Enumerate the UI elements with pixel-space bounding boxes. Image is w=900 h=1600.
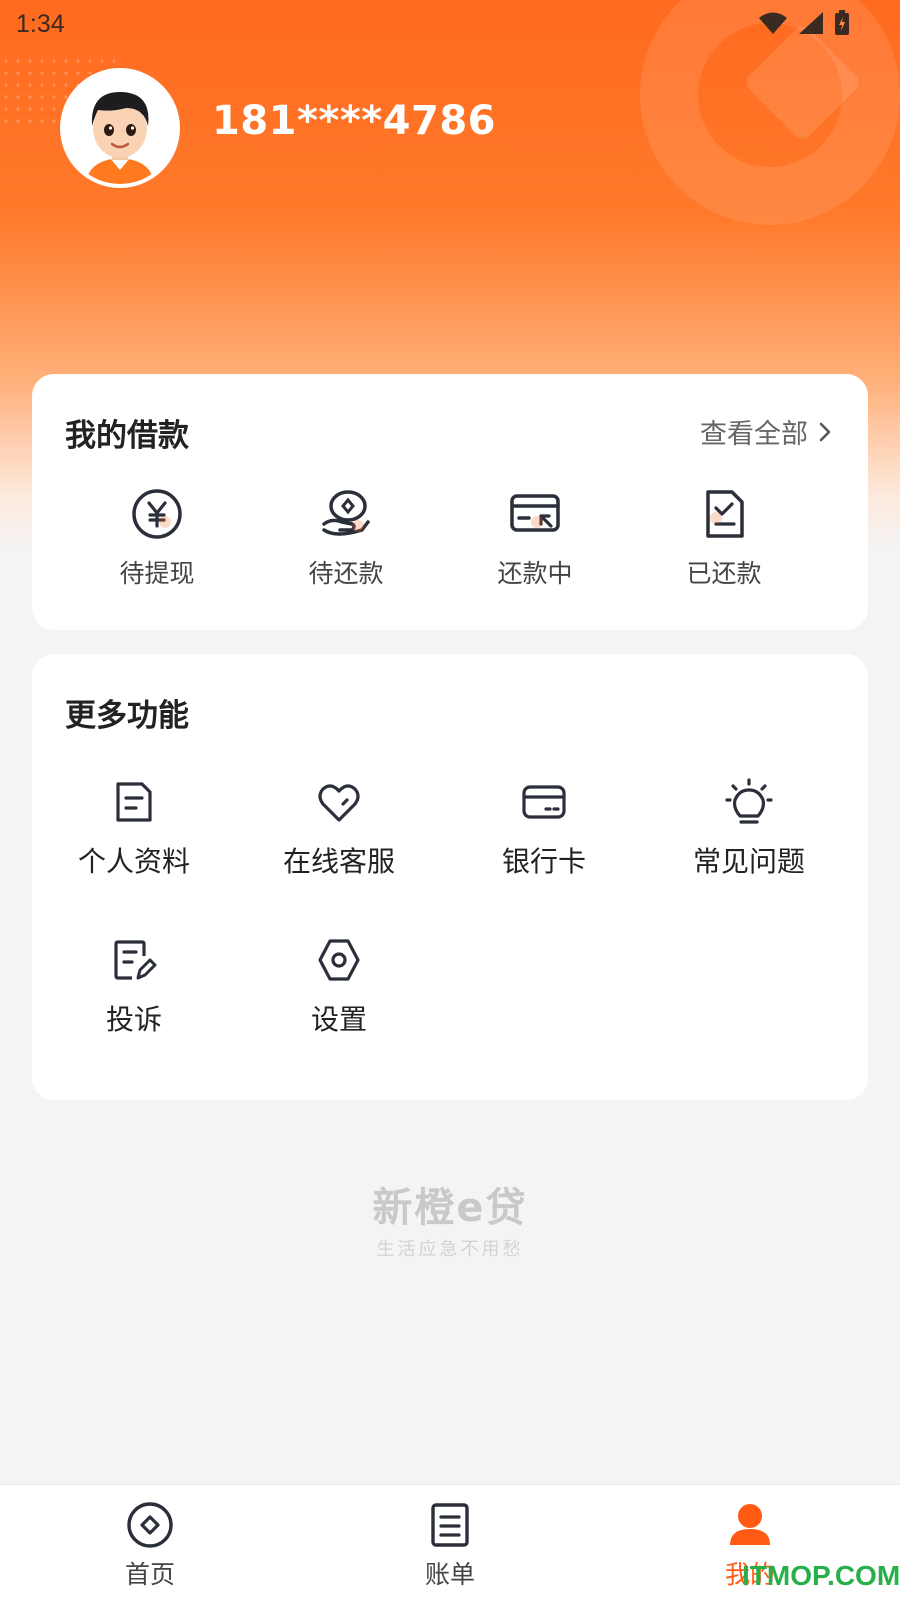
- view-all-label: 查看全部: [700, 419, 808, 450]
- loan-pending-repayment[interactable]: 待还款: [271, 486, 421, 590]
- func-bank-card[interactable]: 银行卡: [449, 778, 639, 880]
- tab-label: 账单: [424, 1560, 475, 1589]
- complaint-edit-icon: [114, 940, 157, 980]
- func-online-service[interactable]: 在线客服: [244, 778, 434, 880]
- avatar[interactable]: [60, 68, 180, 188]
- status-time: 1:34: [16, 10, 65, 38]
- func-item-label: 在线客服: [282, 845, 395, 878]
- loan-item-label: 还款中: [497, 559, 573, 588]
- brand-watermark-slogan: 生活应急不用愁: [376, 1239, 524, 1260]
- home-diamond-icon: [127, 1502, 173, 1548]
- hand-coin-icon: [322, 490, 370, 536]
- status-bar: 1:34: [0, 0, 900, 48]
- func-item-label: 设置: [310, 1003, 367, 1036]
- func-item-label: 个人资料: [77, 845, 190, 878]
- bank-card-icon: [522, 785, 566, 819]
- signal-icon: [799, 12, 823, 34]
- user-icon: [730, 1504, 770, 1545]
- func-complaint[interactable]: 投诉: [39, 936, 229, 1038]
- view-all-button[interactable]: 查看全部: [700, 412, 832, 451]
- more-functions-card: 更多功能 个人资料 在线客服 银行卡 常见问题 投诉 设置: [32, 654, 868, 1100]
- more-functions-title: 更多功能: [65, 698, 189, 734]
- my-loans-card: 我的借款 查看全部 待提现 待还款 还款中 已还款: [32, 374, 868, 630]
- battery-icon: [835, 10, 849, 35]
- bill-icon: [431, 1503, 469, 1547]
- func-item-label: 投诉: [105, 1003, 162, 1036]
- func-personal-info[interactable]: 个人资料: [39, 778, 229, 880]
- wifi-icon: [759, 12, 787, 34]
- user-phone-number: 181****4786: [212, 98, 496, 144]
- func-item-label: 银行卡: [501, 845, 586, 878]
- loan-item-label: 待还款: [308, 559, 384, 588]
- tab-home[interactable]: 首页: [80, 1499, 220, 1591]
- func-faq[interactable]: 常见问题: [654, 778, 844, 880]
- card-repay-icon: [510, 494, 560, 532]
- func-settings[interactable]: 设置: [244, 936, 434, 1038]
- my-loans-title: 我的借款: [65, 418, 189, 454]
- loan-repaying[interactable]: 还款中: [460, 486, 610, 590]
- loan-repaid[interactable]: 已还款: [649, 486, 799, 590]
- site-watermark: ITMOP.COM: [742, 1560, 900, 1591]
- loan-pending-withdrawal[interactable]: 待提现: [82, 486, 232, 590]
- lightbulb-icon: [725, 778, 773, 824]
- brand-watermark: 新橙e贷 生活应急不用愁: [0, 1175, 900, 1261]
- chevron-right-icon: [819, 422, 831, 441]
- loan-item-label: 待提现: [119, 559, 195, 588]
- tab-label: 首页: [124, 1560, 175, 1589]
- profile-doc-icon: [116, 782, 152, 822]
- settings-icon: [318, 939, 360, 981]
- status-icons: [758, 10, 850, 36]
- tab-bills[interactable]: 账单: [380, 1499, 520, 1591]
- func-item-label: 常见问题: [692, 845, 805, 878]
- yuan-coin-icon: [132, 489, 182, 539]
- loan-item-label: 已还款: [686, 559, 762, 588]
- avatar-illustration-icon: [64, 72, 176, 184]
- doc-check-icon: [706, 490, 744, 538]
- brand-watermark-logo: 新橙e贷: [372, 1185, 528, 1231]
- heart-service-icon: [318, 784, 360, 822]
